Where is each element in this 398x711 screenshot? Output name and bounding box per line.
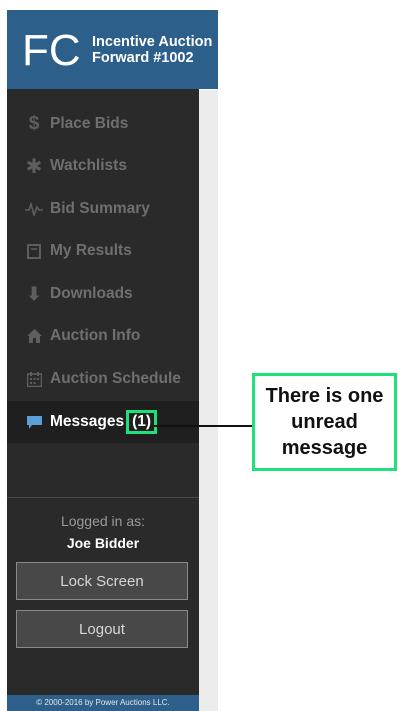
calendar-icon [25, 371, 43, 387]
nav-auction-schedule[interactable]: Auction Schedule [7, 358, 199, 400]
callout-connector [154, 425, 252, 427]
nav-label: Auction Schedule [50, 370, 181, 387]
copyright-footer: © 2000-2016 by Power Auctions LLC. [7, 695, 199, 711]
nav-label: Place Bids [50, 115, 129, 132]
app-header: FC Incentive Auction Forward #1002 [7, 10, 218, 89]
nav-label: Auction Info [50, 327, 141, 344]
nav-downloads[interactable]: ⬇ Downloads [7, 273, 199, 315]
divider [7, 497, 199, 498]
nav-label: Messages (1) [50, 410, 158, 434]
book-icon [25, 243, 43, 259]
app-title-line1: Incentive Auction [92, 34, 213, 50]
pulse-icon [25, 202, 43, 216]
fcc-logo: FC [22, 26, 80, 73]
lock-screen-button[interactable]: Lock Screen [16, 562, 188, 600]
logout-button[interactable]: Logout [16, 610, 188, 648]
nav-label: My Results [50, 242, 132, 259]
svg-text:FC: FC [22, 26, 80, 73]
dollar-icon: $ [28, 113, 40, 134]
logged-in-label: Logged in as: [60, 513, 146, 529]
nav-watchlists[interactable]: ✱ Watchlists [7, 145, 199, 187]
app-title-line2: Forward #1002 [92, 50, 194, 66]
nav-place-bids[interactable]: $ Place Bids [7, 103, 199, 145]
callout-text: There is one unread message [265, 385, 384, 459]
nav-messages[interactable]: Messages (1) [7, 401, 199, 443]
nav-label: Watchlists [50, 157, 127, 174]
home-icon [25, 329, 43, 343]
unread-count-badge: (1) [126, 410, 158, 434]
nav-my-results[interactable]: My Results [7, 230, 199, 272]
asterisk-icon: ✱ [25, 155, 43, 178]
annotation-callout: There is one unread message [252, 373, 397, 471]
nav-messages-label: Messages [50, 413, 125, 430]
chat-icon [25, 415, 43, 429]
sidebar: FC Incentive Auction Forward #1002 $ Pla… [7, 10, 218, 711]
nav-bid-summary[interactable]: Bid Summary [7, 188, 199, 230]
download-arrow-icon: ⬇ [26, 283, 42, 304]
nav-auction-info[interactable]: Auction Info [7, 315, 199, 357]
nav-label: Downloads [50, 285, 133, 302]
nav-label: Bid Summary [50, 200, 150, 217]
app-title: Incentive Auction Forward #1002 [92, 34, 212, 66]
scrollbar-track[interactable] [199, 90, 218, 711]
user-name: Joe Bidder [66, 535, 140, 551]
